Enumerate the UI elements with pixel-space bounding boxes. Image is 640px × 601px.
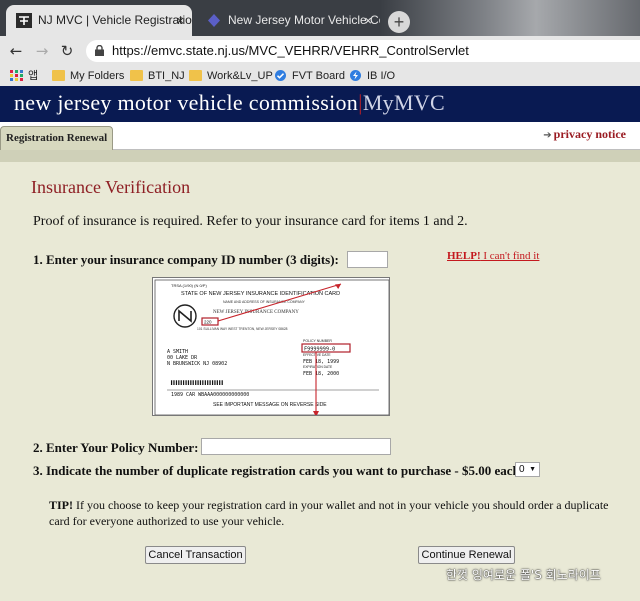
insurance-card-drawing: TRSA (1/90) (N 0/P) STATE OF NEW JERSEY … <box>154 279 389 415</box>
bookmark-apps[interactable]: 앱 <box>10 68 38 84</box>
tip-body: If you choose to keep your registration … <box>49 498 609 528</box>
new-tab-button[interactable]: + <box>388 11 410 33</box>
reload-icon[interactable]: ↻ <box>57 41 77 61</box>
duplicate-cards-select[interactable]: 0 ▼ <box>515 462 540 477</box>
page-title: Insurance Verification <box>31 177 191 197</box>
bookmarks-bar: 앱 My Folders BTI_NJ Work&Lv_UP FVT Board… <box>0 66 640 86</box>
bookmark-label: FVT Board <box>292 70 345 82</box>
watermark: 한껏 잉여로운 폴'S 회노라이프 <box>446 568 601 582</box>
card-expiration-label: EXPIRATION DATE <box>303 365 333 369</box>
bookmark-label: Work&Lv_UP <box>207 70 273 82</box>
tab-strip: NJ MVC | Vehicle Registration Re × New J… <box>0 0 640 36</box>
intro-text: Proof of insurance is required. Refer to… <box>33 214 468 229</box>
bookmark-my-folders[interactable]: My Folders <box>52 68 124 84</box>
card-policy-label: POLICY NUMBER <box>303 339 332 343</box>
bookmark-label: My Folders <box>70 70 125 82</box>
tip-bold: TIP! <box>49 498 73 512</box>
cancel-transaction-button[interactable]: Cancel Transaction <box>145 546 246 564</box>
site-banner: new jersey motor vehicle commission|MyMV… <box>0 86 640 122</box>
insurance-company-id-input[interactable] <box>347 251 388 268</box>
bookmark-work-lv-up[interactable]: Work&Lv_UP <box>189 68 273 84</box>
card-expiration: FEB 18, 2000 <box>303 371 339 377</box>
header-divider <box>0 150 640 162</box>
mvc-favicon-icon <box>16 13 32 28</box>
bookmark-label: 앱 <box>28 70 39 82</box>
back-arrow-icon[interactable]: ← <box>6 41 26 61</box>
close-tab-icon[interactable]: × <box>364 5 372 36</box>
card-name-line: N BRUNSWICK NJ 08902 <box>167 361 227 367</box>
browser-toolbar: ← → ↻ https://emvc.state.nj.us/MVC_VEHRR… <box>0 36 640 66</box>
privacy-notice-link[interactable]: ➔ privacy notice <box>543 127 626 142</box>
close-tab-icon[interactable]: × <box>176 5 184 36</box>
card-top-small: TRSA (1/90) (N 0/P) <box>171 283 207 288</box>
card-barcode: ▌▌▌▌▌▌▌▌▌▌▌▌▌▌▌▌▌▌▌▌▌▌ <box>170 380 224 385</box>
item2-label: 2. Enter Your Policy Number: <box>33 440 199 455</box>
item3-label: 3. Indicate the number of duplicate regi… <box>33 463 525 478</box>
help-cant-find-link[interactable]: HELP! I can't find it <box>447 250 539 262</box>
browser-chrome: NJ MVC | Vehicle Registration Re × New J… <box>0 0 640 86</box>
bookmark-bti-nj[interactable]: BTI_NJ <box>130 68 185 84</box>
help-bold: HELP! <box>447 250 481 262</box>
browser-tab-active[interactable]: NJ MVC | Vehicle Registration Re × <box>6 5 192 36</box>
brand-mymvc: MyMVC <box>362 90 445 115</box>
chevron-down-icon: ▼ <box>529 466 536 473</box>
folder-icon <box>189 70 202 81</box>
insurance-card-sample: TRSA (1/90) (N 0/P) STATE OF NEW JERSEY … <box>152 277 390 416</box>
bolt-icon <box>350 70 361 81</box>
bookmark-ib-io[interactable]: IB I/O <box>349 68 395 84</box>
diamond-favicon-icon <box>208 14 220 27</box>
address-bar[interactable]: https://emvc.state.nj.us/MVC_VEHRR/VEHRR… <box>86 40 640 62</box>
tab-strip-background <box>380 0 640 36</box>
tip-text: TIP! If you choose to keep your registra… <box>49 497 609 529</box>
bookmark-fvt-board[interactable]: FVT Board <box>274 68 345 84</box>
help-text: I can't find it <box>480 250 540 262</box>
browser-tab-inactive[interactable]: New Jersey Motor Vehicle Comm × <box>196 5 380 36</box>
card-company: NEW JERSEY INSURANCE COMPANY <box>213 310 299 315</box>
bookmark-label: BTI_NJ <box>148 70 185 82</box>
apps-grid-icon <box>10 70 23 81</box>
card-company-label: NAME AND ADDRESS OF INSURANCE COMPANY <box>223 300 305 304</box>
tab-registration-renewal[interactable]: Registration Renewal <box>0 126 114 150</box>
privacy-label: privacy notice <box>553 127 626 141</box>
site-logo[interactable]: new jersey motor vehicle commission|MyMV… <box>14 90 445 116</box>
item1-label: 1. Enter your insurance company ID numbe… <box>33 252 339 267</box>
external-arrow-icon: ➔ <box>543 130 552 141</box>
policy-number-input[interactable] <box>201 438 391 455</box>
continue-renewal-button[interactable]: Continue Renewal <box>418 546 515 564</box>
bookmark-label: IB I/O <box>367 70 396 82</box>
card-address-line: 101 SULLIVAN WAY WEST TRENTON, NEW JERSE… <box>197 327 288 331</box>
folder-icon <box>130 70 143 81</box>
card-code: 220 <box>204 320 212 325</box>
lock-icon <box>95 45 104 56</box>
forward-arrow-icon[interactable]: → <box>32 41 52 61</box>
brand-name: new jersey motor vehicle commission <box>14 90 359 115</box>
tab-title: NJ MVC | Vehicle Registration Re <box>38 13 192 27</box>
card-policy: F9999999-0 <box>304 347 335 353</box>
tab-title: New Jersey Motor Vehicle Comm <box>228 13 380 27</box>
card-footer: SEE IMPORTANT MESSAGE ON REVERSE SIDE <box>213 402 327 408</box>
card-effective-label: EFFECTIVE DATE <box>303 353 331 357</box>
site-nav: Registration Renewal ➔ privacy notice <box>0 122 640 150</box>
select-value: 0 <box>519 464 525 475</box>
url-text: https://emvc.state.nj.us/MVC_VEHRR/VEHRR… <box>112 43 469 58</box>
check-badge-icon <box>275 70 286 81</box>
folder-icon <box>52 70 65 81</box>
card-vehicle: 1989 CAR WBAAA000000000000 <box>171 392 249 398</box>
